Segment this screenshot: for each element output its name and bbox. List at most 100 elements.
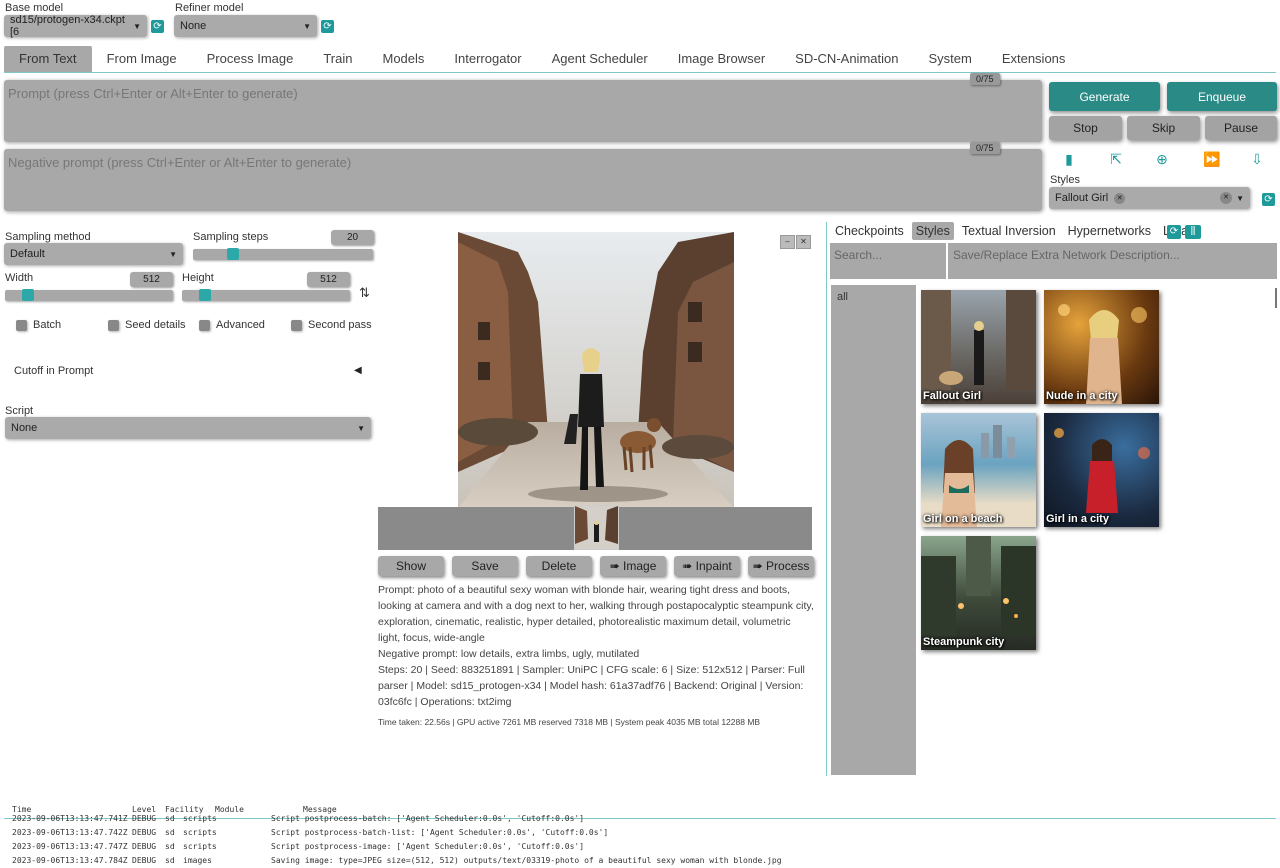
scrollbar[interactable] [1275, 288, 1277, 308]
tab-process-image[interactable]: Process Image [192, 46, 309, 72]
tab-image-browser[interactable]: Image Browser [663, 46, 780, 72]
prompt-input[interactable]: Prompt (press Ctrl+Enter or Alt+Enter to… [4, 80, 1042, 142]
generate-button[interactable]: Generate [1049, 82, 1160, 111]
swap-icon[interactable]: ⇅ [359, 285, 370, 301]
script-dropdown[interactable]: None ▼ [5, 417, 371, 439]
base-model-value: sd15/protogen-x34.ckpt [6 [10, 14, 125, 38]
second-pass-checkbox[interactable]: Second pass [291, 319, 372, 331]
main-tabs: From Text From Image Process Image Train… [4, 45, 1276, 73]
tab-from-image[interactable]: From Image [92, 46, 192, 72]
style-card[interactable]: Steampunk city [921, 536, 1036, 650]
seed-details-checkbox[interactable]: Seed details [108, 319, 186, 331]
cutoff-accordion-label[interactable]: Cutoff in Prompt [14, 365, 93, 377]
info-params: Steps: 20 | Seed: 883251891 | Sampler: U… [378, 664, 805, 708]
folder-item-all[interactable]: all [837, 291, 848, 303]
network-description-input[interactable]: Save/Replace Extra Network Description..… [948, 243, 1277, 279]
log-row: 2023-09-06T13:13:47.784Z DEBUG sd images… [12, 856, 1276, 866]
enqueue-button[interactable]: Enqueue [1167, 82, 1277, 111]
checkbox-label: Advanced [216, 319, 265, 331]
save-button[interactable]: Save [452, 556, 518, 576]
checkbox-box[interactable] [291, 319, 302, 331]
negative-prompt-input[interactable]: Negative prompt (press Ctrl+Enter or Alt… [4, 149, 1042, 211]
send-to-image-button[interactable]: ➠ Image [600, 556, 666, 576]
sampling-steps-number[interactable]: 20 [331, 230, 374, 245]
style-card[interactable]: Fallout Girl [921, 290, 1036, 404]
height-slider[interactable] [182, 289, 350, 301]
sliders-icon[interactable]: ⫼ [1185, 225, 1201, 239]
tab-styles[interactable]: Styles [911, 222, 954, 240]
delete-button[interactable]: Delete [526, 556, 592, 576]
info-negative-prompt: Negative prompt: low details, extra limb… [378, 648, 640, 660]
styles-dropdown[interactable]: Fallout Girl ✕ ✕ ▼ [1049, 187, 1250, 209]
tab-hypernetworks[interactable]: Hypernetworks [1064, 222, 1155, 240]
log-col-facility: Facility [165, 805, 204, 814]
show-button[interactable]: Show [378, 556, 444, 576]
tab-models[interactable]: Models [367, 46, 439, 72]
slider-thumb[interactable] [199, 289, 211, 301]
fast-forward-icon[interactable]: ⏩ [1203, 152, 1220, 166]
style-card[interactable]: Nude in a city [1044, 290, 1159, 404]
paste-icon[interactable]: ⇱ [1109, 152, 1123, 166]
log-message: Script postprocess-batch: ['Agent Schedu… [271, 814, 585, 823]
tab-agent-scheduler[interactable]: Agent Scheduler [537, 46, 663, 72]
tab-from-text[interactable]: From Text [4, 45, 92, 72]
tab-extensions[interactable]: Extensions [987, 46, 1081, 72]
thumbnail-image[interactable] [574, 505, 619, 550]
width-slider[interactable] [5, 289, 173, 301]
log-message: Saving image: type=JPEG size=(512, 512) … [271, 856, 782, 865]
send-to-inpaint-button[interactable]: ➠ Inpaint [674, 556, 740, 576]
tab-train[interactable]: Train [308, 46, 367, 72]
style-card[interactable]: Girl in a city [1044, 413, 1159, 527]
download-icon[interactable]: ⇩ [1250, 152, 1264, 166]
generated-image[interactable] [458, 232, 734, 508]
chip-remove-icon[interactable]: ✕ [1114, 192, 1126, 204]
tab-sd-cn-animation[interactable]: SD-CN-Animation [780, 46, 913, 72]
sampling-steps-slider[interactable] [193, 248, 373, 260]
refresh-icon[interactable]: ⟳ [151, 20, 164, 33]
slider-thumb[interactable] [22, 289, 34, 301]
chevron-down-icon: ▼ [133, 21, 141, 31]
base-model-dropdown[interactable]: sd15/protogen-x34.ckpt [6 ▼ [4, 14, 147, 38]
style-card[interactable]: Girl on a beach [921, 413, 1036, 527]
tab-interrogator[interactable]: Interrogator [439, 46, 536, 72]
minimize-icon[interactable]: – [780, 235, 795, 249]
log-facility: sd [165, 856, 175, 865]
send-to-process-button[interactable]: ➠ Process [748, 556, 814, 576]
book-icon[interactable]: ▮ [1062, 152, 1076, 166]
refresh-icon[interactable]: ⟳ [321, 20, 334, 33]
log-facility: sd [165, 814, 175, 823]
height-number[interactable]: 512 [307, 272, 350, 287]
base-model-label: Base model [5, 2, 64, 14]
refresh-icon[interactable]: ⟳ [1262, 193, 1275, 206]
skip-button[interactable]: Skip [1127, 116, 1200, 140]
tab-checkpoints[interactable]: Checkpoints [831, 222, 908, 240]
stop-button[interactable]: Stop [1049, 116, 1122, 140]
tab-system[interactable]: System [913, 46, 986, 72]
collapse-arrow-icon[interactable]: ◀ [354, 365, 362, 376]
network-search-input[interactable]: Search... [830, 243, 946, 279]
sampling-method-dropdown[interactable]: Default ▼ [4, 243, 183, 265]
advanced-checkbox[interactable]: Advanced [199, 319, 265, 331]
log-col-module: Module [215, 805, 244, 814]
globe-icon[interactable]: ⊕ [1155, 152, 1169, 166]
checkbox-box[interactable] [199, 319, 210, 331]
refiner-model-dropdown[interactable]: None ▼ [174, 15, 317, 37]
slider-thumb[interactable] [227, 248, 239, 260]
tab-textual-inversion[interactable]: Textual Inversion [958, 222, 1060, 240]
checkbox-box[interactable] [108, 319, 119, 331]
clear-icon[interactable]: ✕ [1220, 192, 1233, 204]
checkbox-box[interactable] [16, 319, 27, 331]
width-number[interactable]: 512 [130, 272, 173, 287]
card-art [921, 290, 1036, 390]
close-icon[interactable]: ✕ [796, 235, 811, 249]
pause-button[interactable]: Pause [1205, 116, 1277, 140]
card-caption: Girl on a beach [923, 513, 1003, 525]
prompt-token-counter: 0/75 [970, 73, 1000, 85]
refresh-icon[interactable]: ⟳ [1167, 225, 1181, 239]
info-prompt: Prompt: photo of a beautiful sexy woman … [378, 584, 814, 644]
chevron-down-icon: ▼ [1236, 193, 1244, 203]
batch-checkbox[interactable]: Batch [16, 319, 61, 331]
thumbnail-art [575, 506, 618, 549]
chevron-down-icon: ▼ [169, 249, 177, 259]
sampling-steps-label: Sampling steps [193, 231, 269, 243]
